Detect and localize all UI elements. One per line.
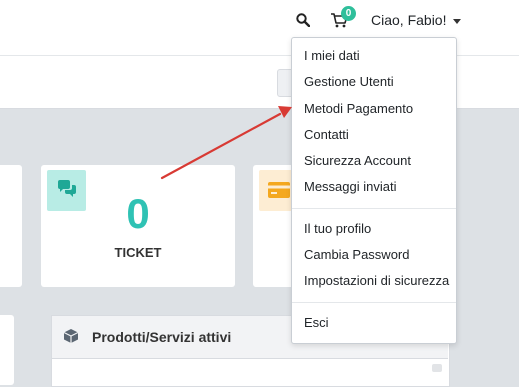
chevron-down-icon <box>453 18 462 24</box>
panel-left <box>0 315 14 385</box>
ticket-label: TICKET <box>114 245 162 260</box>
menu-divider <box>292 302 456 303</box>
stat-card-left <box>0 165 22 287</box>
menu-item-cambia-password[interactable]: Cambia Password <box>304 247 410 262</box>
menu-item-impostazioni-di-sicurezza[interactable]: Impostazioni di sicurezza <box>304 273 449 288</box>
cart-count-badge: 0 <box>341 6 356 21</box>
menu-item-contatti[interactable]: Contatti <box>304 127 349 142</box>
menu-divider <box>292 208 456 209</box>
credit-card-icon <box>268 182 290 198</box>
menu-item-sicurezza-account[interactable]: Sicurezza Account <box>304 153 411 168</box>
menu-item-esci[interactable]: Esci <box>304 315 329 330</box>
user-menu-toggle[interactable]: Ciao, Fabio! <box>371 12 462 28</box>
user-dropdown-menu: I miei dati Gestione Utenti Metodi Pagam… <box>291 37 457 344</box>
menu-item-i-miei-dati[interactable]: I miei dati <box>304 48 360 63</box>
menu-item-messaggi-inviati[interactable]: Messaggi inviati <box>304 179 397 194</box>
menu-item-metodi-pagamento[interactable]: Metodi Pagamento <box>304 101 413 116</box>
services-panel-title: Prodotti/Servizi attivi <box>92 329 232 345</box>
chevron-up-icon[interactable] <box>432 364 442 372</box>
box-icon <box>63 329 79 343</box>
search-icon[interactable] <box>296 13 310 27</box>
menu-item-gestione-utenti[interactable]: Gestione Utenti <box>304 74 394 89</box>
user-greeting: Ciao, Fabio! <box>371 12 447 28</box>
ticket-count: 0 <box>126 190 150 237</box>
menu-item-il-tuo-profilo[interactable]: Il tuo profilo <box>304 221 371 236</box>
